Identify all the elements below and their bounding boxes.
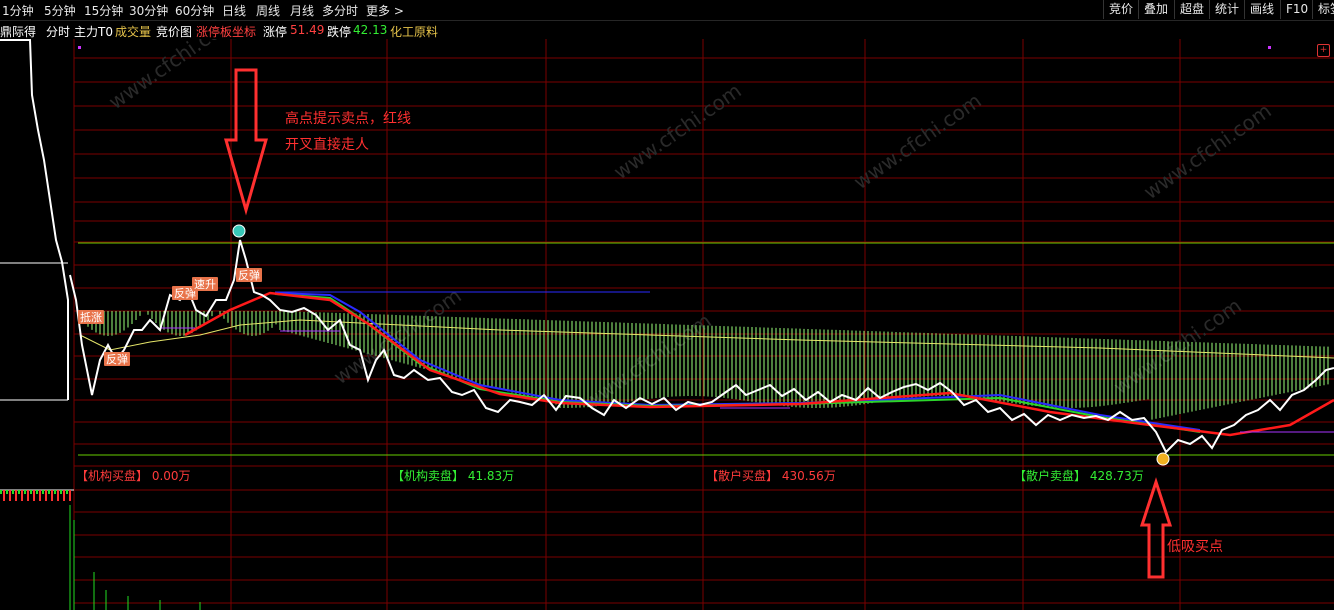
signal-label-0: 抵涨 bbox=[80, 310, 102, 324]
down-limit-label: 跌停 bbox=[327, 25, 352, 39]
volume-bar bbox=[69, 490, 71, 501]
f10-button[interactable]: F10 bbox=[1280, 0, 1313, 19]
tf-multi[interactable]: 多分时 bbox=[322, 2, 358, 19]
sell-annotation-line1: 高点提示卖点，红线 bbox=[285, 110, 411, 127]
volume-bar bbox=[18, 490, 20, 494]
volume-bar bbox=[15, 490, 17, 501]
up-arrow-annotation bbox=[1139, 477, 1173, 579]
volume-bar bbox=[48, 490, 50, 494]
stock-name: 鼎际得 bbox=[0, 25, 37, 39]
tag-button[interactable]: 标签 bbox=[1312, 0, 1334, 19]
tf-60min[interactable]: 60分钟 bbox=[175, 2, 214, 19]
volume-bar bbox=[63, 490, 65, 501]
volume-bar bbox=[6, 490, 8, 494]
volume-label[interactable]: 成交量 bbox=[115, 23, 151, 40]
volume-bar bbox=[51, 490, 53, 501]
flow-label-0: 【机构买盘】 0.00万 bbox=[76, 468, 191, 483]
up-limit-value: 51.49 bbox=[290, 23, 325, 37]
down-arrow-annotation bbox=[224, 68, 268, 216]
marker-dot bbox=[78, 46, 81, 49]
volume-bar bbox=[30, 490, 32, 494]
watermark-text: www.cfchi.com bbox=[329, 283, 466, 389]
tf-5min[interactable]: 5分钟 bbox=[44, 2, 76, 19]
marker-dot bbox=[1268, 46, 1271, 49]
up-limit-label: 涨停 bbox=[263, 25, 288, 39]
volume-bar bbox=[45, 490, 47, 501]
draw-button[interactable]: 画线 bbox=[1244, 0, 1279, 19]
sell-point-icon bbox=[232, 224, 246, 238]
tf-month[interactable]: 月线 bbox=[290, 2, 314, 19]
tab-main-t0[interactable]: 主力T0 bbox=[74, 23, 113, 40]
tf-day[interactable]: 日线 bbox=[222, 2, 246, 19]
tf-more[interactable]: 更多 > bbox=[366, 2, 404, 19]
limit-indicator-label[interactable]: 涨停板坐标 bbox=[196, 23, 256, 40]
intraday-chart[interactable]: www.cfchi.com www.cfchi.com www.cfchi.com w… bbox=[0, 39, 1334, 610]
bid-chart-label[interactable]: 竞价图 bbox=[156, 23, 192, 40]
volume-bar bbox=[42, 490, 44, 494]
overlay-button[interactable]: 叠加 bbox=[1138, 0, 1173, 19]
volume-bar bbox=[27, 490, 29, 501]
volume-bar bbox=[57, 490, 59, 501]
tf-15min[interactable]: 15分钟 bbox=[84, 2, 123, 19]
volume-bar bbox=[12, 490, 14, 494]
flow-label-2: 【散户买盘】 430.56万 bbox=[706, 468, 836, 483]
volume-bar bbox=[9, 490, 11, 501]
flow-label-3: 【散户卖盘】 428.73万 bbox=[1014, 468, 1144, 483]
signal-label-4: 反弹 bbox=[238, 268, 260, 282]
volume-bar bbox=[0, 490, 2, 494]
volume-bar bbox=[39, 490, 41, 501]
tf-1min[interactable]: 1分钟 bbox=[2, 2, 34, 19]
flow-label-1: 【机构卖盘】 41.83万 bbox=[392, 468, 514, 483]
tab-intraday[interactable]: 分时 bbox=[46, 23, 70, 40]
watermark-text: www.cfchi.com bbox=[104, 39, 241, 114]
buy-annotation: 低吸买点 bbox=[1167, 539, 1223, 555]
volume-bar bbox=[3, 490, 5, 501]
signal-label-1: 反弹 bbox=[106, 352, 128, 366]
watermark-text: www.cfchi.com bbox=[1109, 293, 1246, 399]
buy-point-icon bbox=[1156, 452, 1170, 466]
down-limit-value: 42.13 bbox=[353, 23, 388, 37]
watermark-text: www.cfchi.com bbox=[609, 78, 746, 184]
watermark-text: www.cfchi.com bbox=[1139, 98, 1276, 204]
sell-annotation-line2: 开叉直接走人 bbox=[285, 136, 369, 153]
bid-button[interactable]: 竞价 bbox=[1103, 0, 1138, 19]
indicator-bar: 鼎际得 分时 主力T0 成交量 竞价图 涨停板坐标 涨停 51.49 跌停 42… bbox=[0, 21, 1334, 57]
volume-bar bbox=[33, 490, 35, 501]
tf-week[interactable]: 周线 bbox=[256, 2, 280, 19]
volume-bar bbox=[54, 490, 56, 494]
volume-bar bbox=[60, 490, 62, 494]
superpanel-button[interactable]: 超盘 bbox=[1174, 0, 1209, 19]
volume-bar bbox=[24, 490, 26, 494]
volume-bar bbox=[36, 490, 38, 494]
stats-button[interactable]: 统计 bbox=[1209, 0, 1244, 19]
volume-bar bbox=[21, 490, 23, 501]
signal-label-3: 速升 bbox=[194, 278, 216, 291]
volume-bar bbox=[66, 490, 68, 494]
tf-30min[interactable]: 30分钟 bbox=[129, 2, 168, 19]
left-price-line bbox=[0, 39, 69, 400]
industry-label: 化工原料 bbox=[390, 25, 439, 39]
timeframe-toolbar: 1分钟 5分钟 15分钟 30分钟 60分钟 日线 周线 月线 多分时 更多 >… bbox=[0, 0, 1334, 21]
